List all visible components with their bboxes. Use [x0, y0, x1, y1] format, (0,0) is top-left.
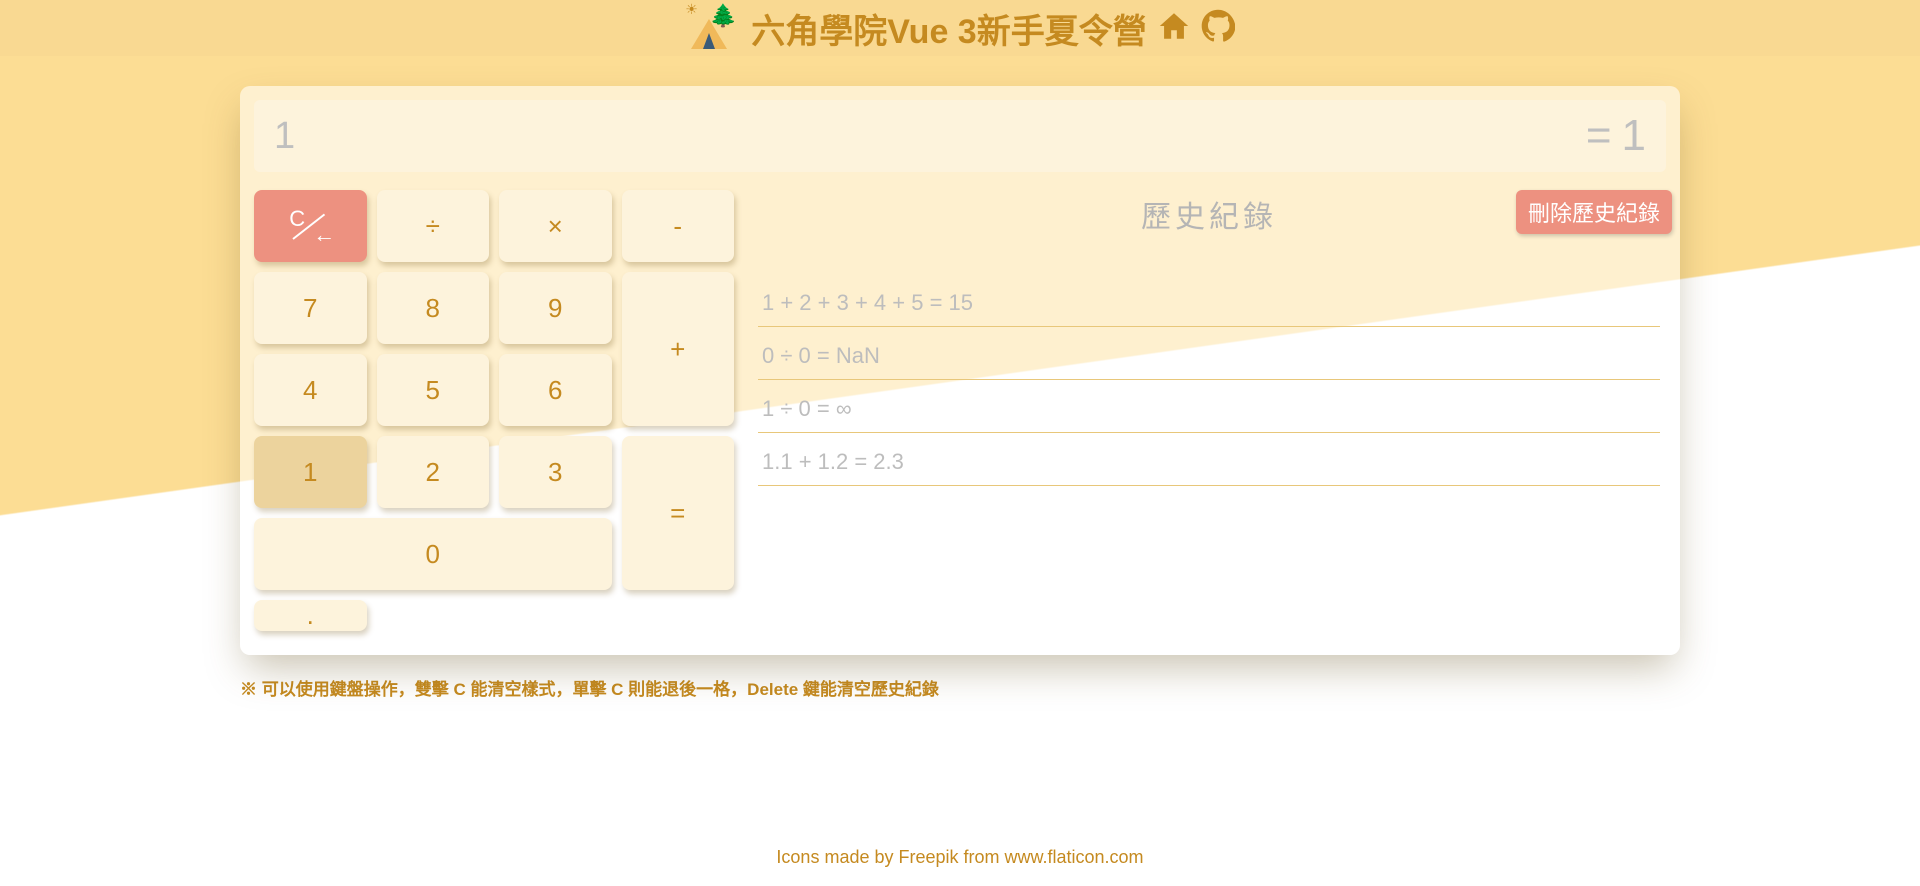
key-4[interactable]: 4: [254, 354, 367, 426]
key-9[interactable]: 9: [499, 272, 612, 344]
camp-logo: ☀ 🌲: [685, 7, 741, 49]
calculator-panel: 1 = 1 C ← ÷ × - 7 8 9 + 4 5 6: [240, 86, 1680, 655]
history-item[interactable]: 0 ÷ 0 = NaN: [758, 327, 1660, 380]
equals-button[interactable]: =: [622, 436, 735, 590]
history-panel: 歷史紀錄 刪除歷史紀錄 1 + 2 + 3 + 4 + 5 = 15 0 ÷ 0…: [752, 190, 1666, 631]
multiply-button[interactable]: ×: [499, 190, 612, 262]
key-3[interactable]: 3: [499, 436, 612, 508]
history-item[interactable]: 1.1 + 1.2 = 2.3: [758, 433, 1660, 486]
github-link[interactable]: [1201, 9, 1235, 48]
key-8[interactable]: 8: [377, 272, 490, 344]
display: 1 = 1: [254, 100, 1666, 172]
home-icon: [1157, 9, 1191, 43]
minus-button[interactable]: -: [622, 190, 735, 262]
key-7[interactable]: 7: [254, 272, 367, 344]
key-5[interactable]: 5: [377, 354, 490, 426]
page-title: 六角學院Vue 3新手夏令營: [751, 4, 1146, 53]
key-0[interactable]: 0: [254, 518, 612, 590]
display-expression: 1: [274, 115, 1586, 158]
history-item[interactable]: 1 ÷ 0 = ∞: [758, 380, 1660, 433]
history-item[interactable]: 1 + 2 + 3 + 4 + 5 = 15: [758, 274, 1660, 327]
key-6[interactable]: 6: [499, 354, 612, 426]
footer-credit: Icons made by Freepik from www.flaticon.…: [0, 847, 1920, 868]
home-link[interactable]: [1157, 9, 1191, 48]
camp-icon: ☀ 🌲: [685, 7, 741, 49]
github-icon: [1201, 9, 1235, 43]
history-list: 1 + 2 + 3 + 4 + 5 = 15 0 ÷ 0 = NaN 1 ÷ 0…: [758, 274, 1660, 486]
display-equals: =: [1586, 111, 1612, 161]
key-dot[interactable]: .: [254, 600, 367, 631]
divide-button[interactable]: ÷: [377, 190, 490, 262]
keypad: C ← ÷ × - 7 8 9 + 4 5 6 1 2 3 = 0 .: [254, 190, 734, 631]
key-2[interactable]: 2: [377, 436, 490, 508]
clear-history-button[interactable]: 刪除歷史紀錄: [1516, 190, 1672, 234]
plus-button[interactable]: +: [622, 272, 735, 426]
back-arrow-icon: ←: [313, 222, 335, 248]
clear-back-button[interactable]: C ←: [254, 190, 367, 262]
usage-note: ※ 可以使用鍵盤操作，雙擊 C 能清空樣式，單擊 C 則能退後一格，Delete…: [240, 675, 1680, 700]
page-header: ☀ 🌲 六角學院Vue 3新手夏令營: [0, 0, 1920, 56]
key-1[interactable]: 1: [254, 436, 367, 508]
display-result: 1: [1622, 111, 1646, 161]
